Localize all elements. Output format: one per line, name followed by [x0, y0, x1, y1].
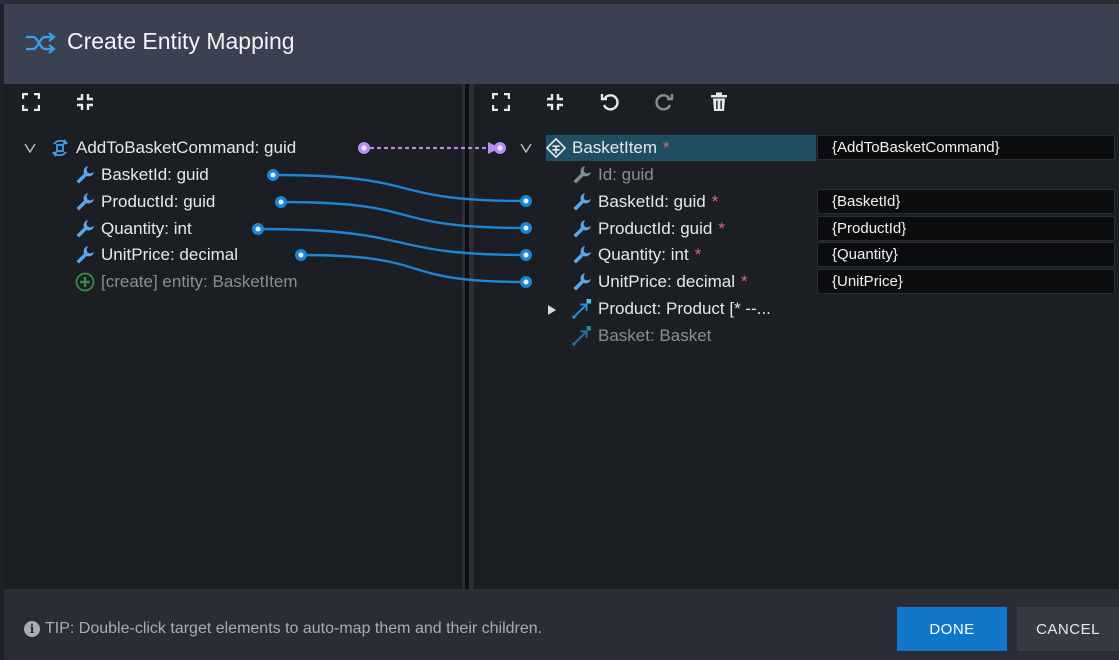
- association-arrow-icon: [572, 299, 592, 319]
- collapse-icon[interactable]: [75, 92, 95, 112]
- wrench-icon: [572, 219, 592, 239]
- target-item[interactable]: Quantity: int *: [572, 242, 701, 268]
- target-item-label: ProductId: guid: [598, 219, 713, 238]
- required-marker: *: [741, 272, 748, 291]
- collapse-icon[interactable]: [545, 92, 565, 112]
- entity-icon: [546, 137, 566, 159]
- target-item[interactable]: BasketId: guid *: [572, 189, 718, 215]
- target-item-label: Id: guid: [598, 165, 654, 184]
- target-item-association[interactable]: Basket: Basket: [572, 323, 711, 349]
- target-item-association[interactable]: Product: Product [* --...: [572, 296, 771, 322]
- source-item[interactable]: Quantity: int: [75, 216, 192, 242]
- target-item[interactable]: UnitPrice: decimal *: [572, 269, 748, 295]
- target-root-label: BasketItem: [572, 138, 658, 157]
- wrench-icon: [572, 165, 592, 185]
- expand-icon[interactable]: [491, 92, 511, 112]
- source-item[interactable]: ProductId: guid: [75, 189, 215, 215]
- association-arrow-icon: [572, 326, 592, 346]
- wrench-icon: [75, 165, 95, 185]
- plus-circle-icon: [75, 272, 95, 292]
- target-item[interactable]: Id: guid: [572, 162, 654, 188]
- source-item[interactable]: UnitPrice: decimal: [75, 242, 238, 268]
- trash-icon[interactable]: [709, 92, 729, 112]
- wrench-icon: [572, 272, 592, 292]
- info-icon: i: [24, 621, 40, 637]
- source-root-label: AddToBasketCommand: guid: [76, 138, 297, 157]
- source-item-label: BasketId: guid: [101, 165, 209, 184]
- target-item[interactable]: ProductId: guid *: [572, 216, 725, 242]
- tip-text: TIP: Double-click target elements to aut…: [45, 620, 543, 637]
- undo-icon[interactable]: [600, 92, 620, 112]
- source-item-label: [create] entity: BasketItem: [101, 272, 298, 291]
- wrench-icon: [572, 245, 592, 265]
- mapping-value-field[interactable]: {UnitPrice}: [817, 269, 1115, 294]
- wrench-icon: [75, 192, 95, 212]
- dialog-title: Create Entity Mapping: [67, 28, 295, 54]
- wrench-icon: [75, 219, 95, 239]
- target-root[interactable]: BasketItem *: [546, 135, 670, 161]
- required-marker: *: [718, 219, 725, 238]
- target-item-label: UnitPrice: decimal: [598, 272, 735, 291]
- source-root[interactable]: AddToBasketCommand: guid: [50, 135, 296, 161]
- target-item-label: Basket: Basket: [598, 326, 712, 345]
- cancel-button[interactable]: CANCEL: [1017, 607, 1119, 651]
- source-item-label: UnitPrice: decimal: [101, 245, 238, 264]
- redo-icon[interactable]: [654, 92, 674, 112]
- expand-caret-icon[interactable]: [545, 303, 559, 317]
- pane-splitter[interactable]: [462, 84, 474, 589]
- shuffle-icon: [24, 29, 58, 57]
- source-item-label: Quantity: int: [101, 219, 192, 238]
- mapping-value-field[interactable]: {Quantity}: [817, 242, 1115, 267]
- tip-message: i TIP: Double-click target elements to a…: [24, 620, 542, 638]
- target-item-label: BasketId: guid: [598, 192, 706, 211]
- wrench-icon: [572, 192, 592, 212]
- required-marker: *: [694, 245, 702, 264]
- command-icon: [50, 138, 70, 158]
- source-item[interactable]: BasketId: guid: [75, 162, 209, 188]
- expand-icon[interactable]: [21, 92, 41, 112]
- mapping-value-field[interactable]: {BasketId}: [817, 189, 1115, 214]
- dialog-header: Create Entity Mapping: [4, 4, 1119, 84]
- source-item-label: ProductId: guid: [101, 192, 216, 211]
- collapse-caret-icon[interactable]: [519, 141, 533, 155]
- wrench-icon: [75, 245, 95, 265]
- target-item-label: Product: Product [* --...: [598, 299, 771, 318]
- mapping-value-field[interactable]: {AddToBasketCommand}: [817, 135, 1115, 160]
- required-marker: *: [711, 192, 719, 211]
- target-item-label: Quantity: int: [598, 245, 689, 264]
- done-button[interactable]: DONE: [897, 607, 1007, 651]
- collapse-caret-icon[interactable]: [23, 141, 37, 155]
- required-marker: *: [663, 138, 670, 157]
- mapping-value-field[interactable]: {ProductId}: [817, 216, 1115, 241]
- source-item-create[interactable]: [create] entity: BasketItem: [75, 269, 298, 295]
